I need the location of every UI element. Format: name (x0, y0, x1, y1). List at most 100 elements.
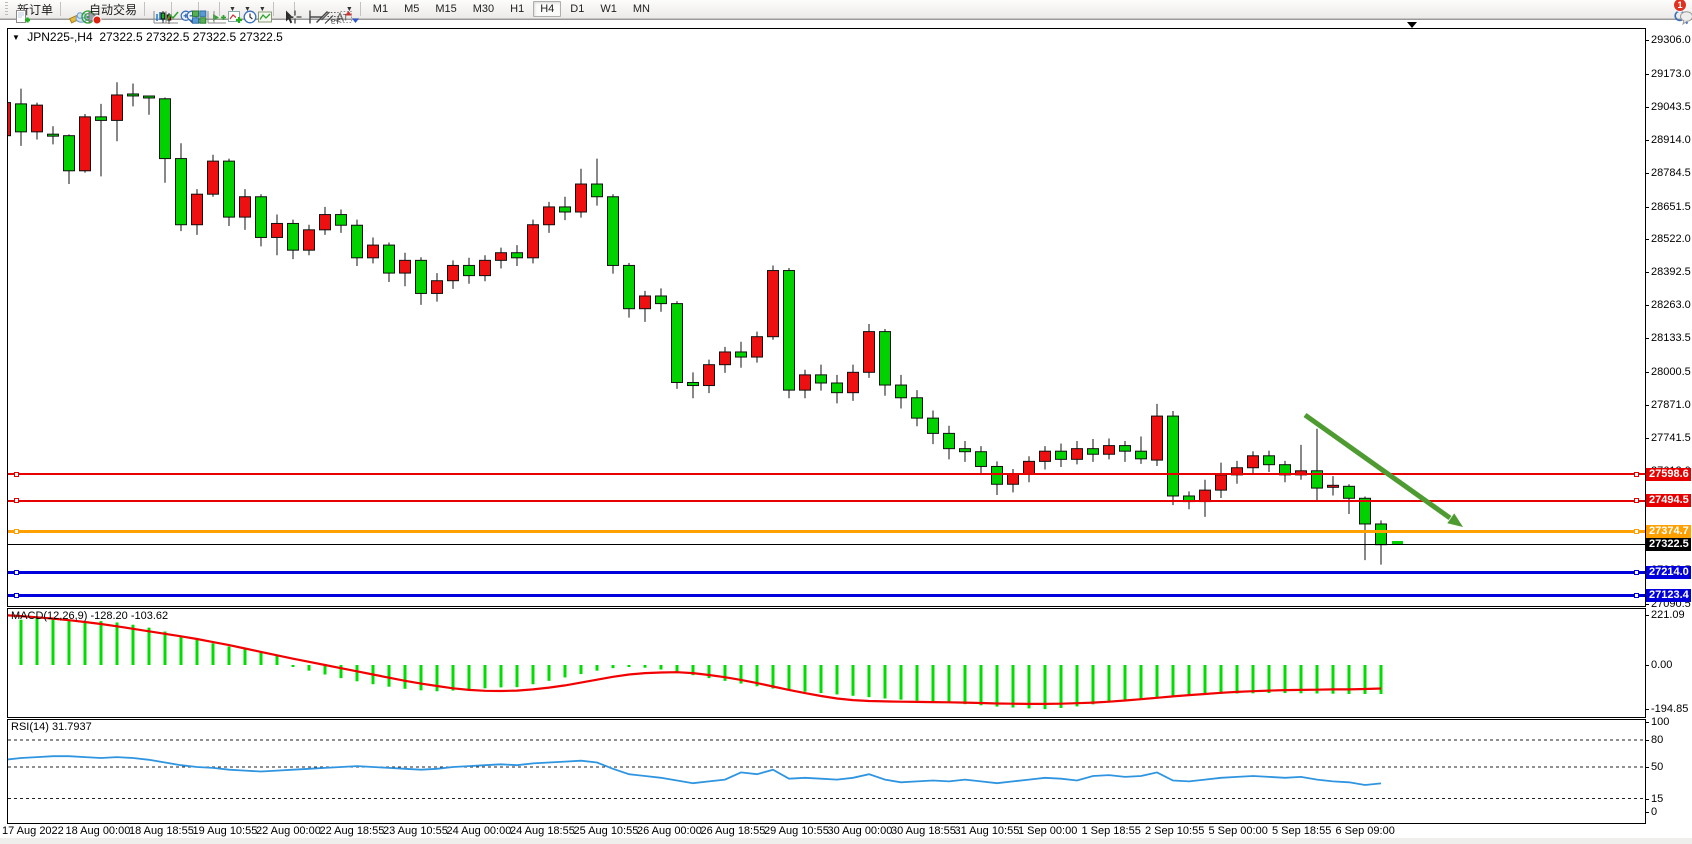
vertical-line-button[interactable] (300, 1, 304, 18)
line-handle[interactable] (1634, 529, 1639, 534)
axis-tick (1645, 438, 1649, 439)
chart-symbol-period: JPN225-,H4 (27, 30, 92, 44)
crosshair-button[interactable] (285, 1, 289, 18)
text-label-button[interactable]: T (336, 1, 340, 18)
axis-tick (1645, 799, 1649, 800)
time-axis-label: 24 Aug 00:00 (447, 825, 512, 837)
time-axis-label: 2 Sep 10:55 (1145, 825, 1204, 837)
timeframe-m1[interactable]: M1 (366, 1, 395, 17)
toolbar: 新订单自动交易▼▼▼EFAT▼ M1M5M15M30H1H4D1W1MN 1 (0, 0, 1692, 19)
price-tag-27214.0: 27214.0 (1646, 566, 1691, 579)
price-axis-label: 28133.5 (1651, 332, 1691, 344)
line-handle[interactable] (1634, 570, 1639, 575)
macd-chart[interactable] (8, 608, 1645, 716)
publish-button[interactable] (72, 1, 76, 18)
timeframe-mn[interactable]: MN (626, 1, 657, 17)
candlestick-chart[interactable] (8, 28, 1645, 605)
time-axis-label: 19 Aug 10:55 (193, 825, 258, 837)
horizontal-line-27123.4[interactable] (8, 594, 1645, 597)
axis-tick (1645, 812, 1649, 813)
time-axis-label: 26 Aug 00:00 (637, 825, 702, 837)
time-axis-label: 24 Aug 18:55 (510, 825, 575, 837)
line-handle[interactable] (1634, 498, 1639, 503)
line-handle[interactable] (14, 472, 19, 477)
line-handle[interactable] (14, 529, 19, 534)
axis-tick (1645, 140, 1649, 141)
crayon-button[interactable] (66, 1, 70, 18)
axis-tick (1645, 709, 1649, 710)
price-axis-label: 28651.5 (1651, 201, 1691, 213)
axis-tick (1645, 40, 1649, 41)
candle-chart-button[interactable] (156, 1, 160, 18)
time-axis-label: 29 Aug 10:55 (764, 825, 829, 837)
price-axis-label: 29306.0 (1651, 34, 1691, 46)
trendline-button[interactable] (312, 1, 316, 18)
macd-axis-label: 0.00 (1651, 659, 1672, 671)
timeframe-h1[interactable]: H1 (503, 1, 531, 17)
axis-tick (1645, 239, 1649, 240)
timeframe-m30[interactable]: M30 (466, 1, 501, 17)
autotrade-button[interactable]: 自动交易 (84, 1, 139, 18)
tile-windows-button[interactable] (189, 1, 193, 18)
rsi-axis-label: 15 (1651, 793, 1663, 805)
line-chart-button[interactable] (162, 1, 166, 18)
zoom-in-button[interactable] (177, 1, 181, 18)
line-handle[interactable] (14, 498, 19, 503)
fibonacci-button[interactable]: F (324, 1, 328, 18)
horizontal-line-27322.5[interactable] (8, 544, 1645, 545)
price-axis-label: 28000.5 (1651, 366, 1691, 378)
signals-button[interactable] (78, 1, 82, 18)
bar-chart-button[interactable] (150, 1, 154, 18)
indicators-button[interactable]: ▼ (225, 1, 238, 18)
rsi-label: RSI(14) 31.7937 (11, 721, 92, 733)
rsi-chart[interactable] (8, 719, 1645, 822)
line-handle[interactable] (1634, 593, 1639, 598)
time-axis-label: 6 Sep 09:00 (1336, 825, 1395, 837)
timeframe-m5[interactable]: M5 (397, 1, 426, 17)
line-handle[interactable] (1634, 472, 1639, 477)
notification-badge: 1 (1673, 0, 1687, 12)
new-order-button[interactable]: 新订单 (12, 1, 55, 18)
chart-caret-icon[interactable]: ▼ (12, 33, 20, 42)
horizontal-line-button[interactable] (306, 1, 310, 18)
rsi-axis-label: 50 (1651, 761, 1663, 773)
chart-shift-marker-icon[interactable] (1407, 22, 1417, 28)
line-handle[interactable] (14, 593, 19, 598)
chat-button[interactable]: 1 (1677, 1, 1681, 18)
zoom-out-button[interactable] (183, 1, 187, 18)
text-button[interactable]: A (330, 1, 334, 18)
periods-button[interactable]: ▼ (240, 1, 253, 18)
timeframe-w1[interactable]: W1 (593, 1, 624, 17)
axis-tick (1645, 74, 1649, 75)
templates-button[interactable]: ▼ (255, 1, 268, 18)
toolbar-separator (144, 2, 145, 16)
price-axis-label: 28914.0 (1651, 134, 1691, 146)
timeframe-m15[interactable]: M15 (428, 1, 463, 17)
channel-button[interactable]: E (318, 1, 322, 18)
price-axis-label: 28392.5 (1651, 266, 1691, 278)
axis-tick (1645, 173, 1649, 174)
horizontal-line-27374.7[interactable] (8, 530, 1645, 533)
chart-quotes: 27322.5 27322.5 27322.5 27322.5 (99, 30, 283, 44)
axis-tick (1645, 615, 1649, 616)
timeframe-d1[interactable]: D1 (563, 1, 591, 17)
arrows-button[interactable]: ▼ (342, 1, 355, 18)
horizontal-line-27214.0[interactable] (8, 571, 1645, 574)
horizontal-line-27494.5[interactable] (8, 500, 1645, 502)
cursor-button[interactable] (279, 1, 283, 18)
chart-shift-button[interactable] (210, 1, 214, 18)
axis-tick (1645, 722, 1649, 723)
time-axis-label: 17 Aug 2022 (2, 825, 64, 837)
bottom-strip (0, 838, 1692, 844)
axis-tick (1645, 207, 1649, 208)
toolbar-items: 新订单自动交易▼▼▼EFAT▼ (11, 1, 365, 18)
horizontal-line-27598.6[interactable] (8, 473, 1645, 475)
time-axis-label: 22 Aug 18:55 (320, 825, 385, 837)
line-handle[interactable] (14, 570, 19, 575)
toolbar-right: 1 (1670, 1, 1692, 18)
toolbar-separator (360, 2, 361, 16)
timeframe-h4[interactable]: H4 (533, 1, 561, 17)
auto-scroll-button[interactable] (204, 1, 208, 18)
time-axis-label: 23 Aug 10:55 (383, 825, 448, 837)
toolbar-separator (273, 2, 274, 16)
